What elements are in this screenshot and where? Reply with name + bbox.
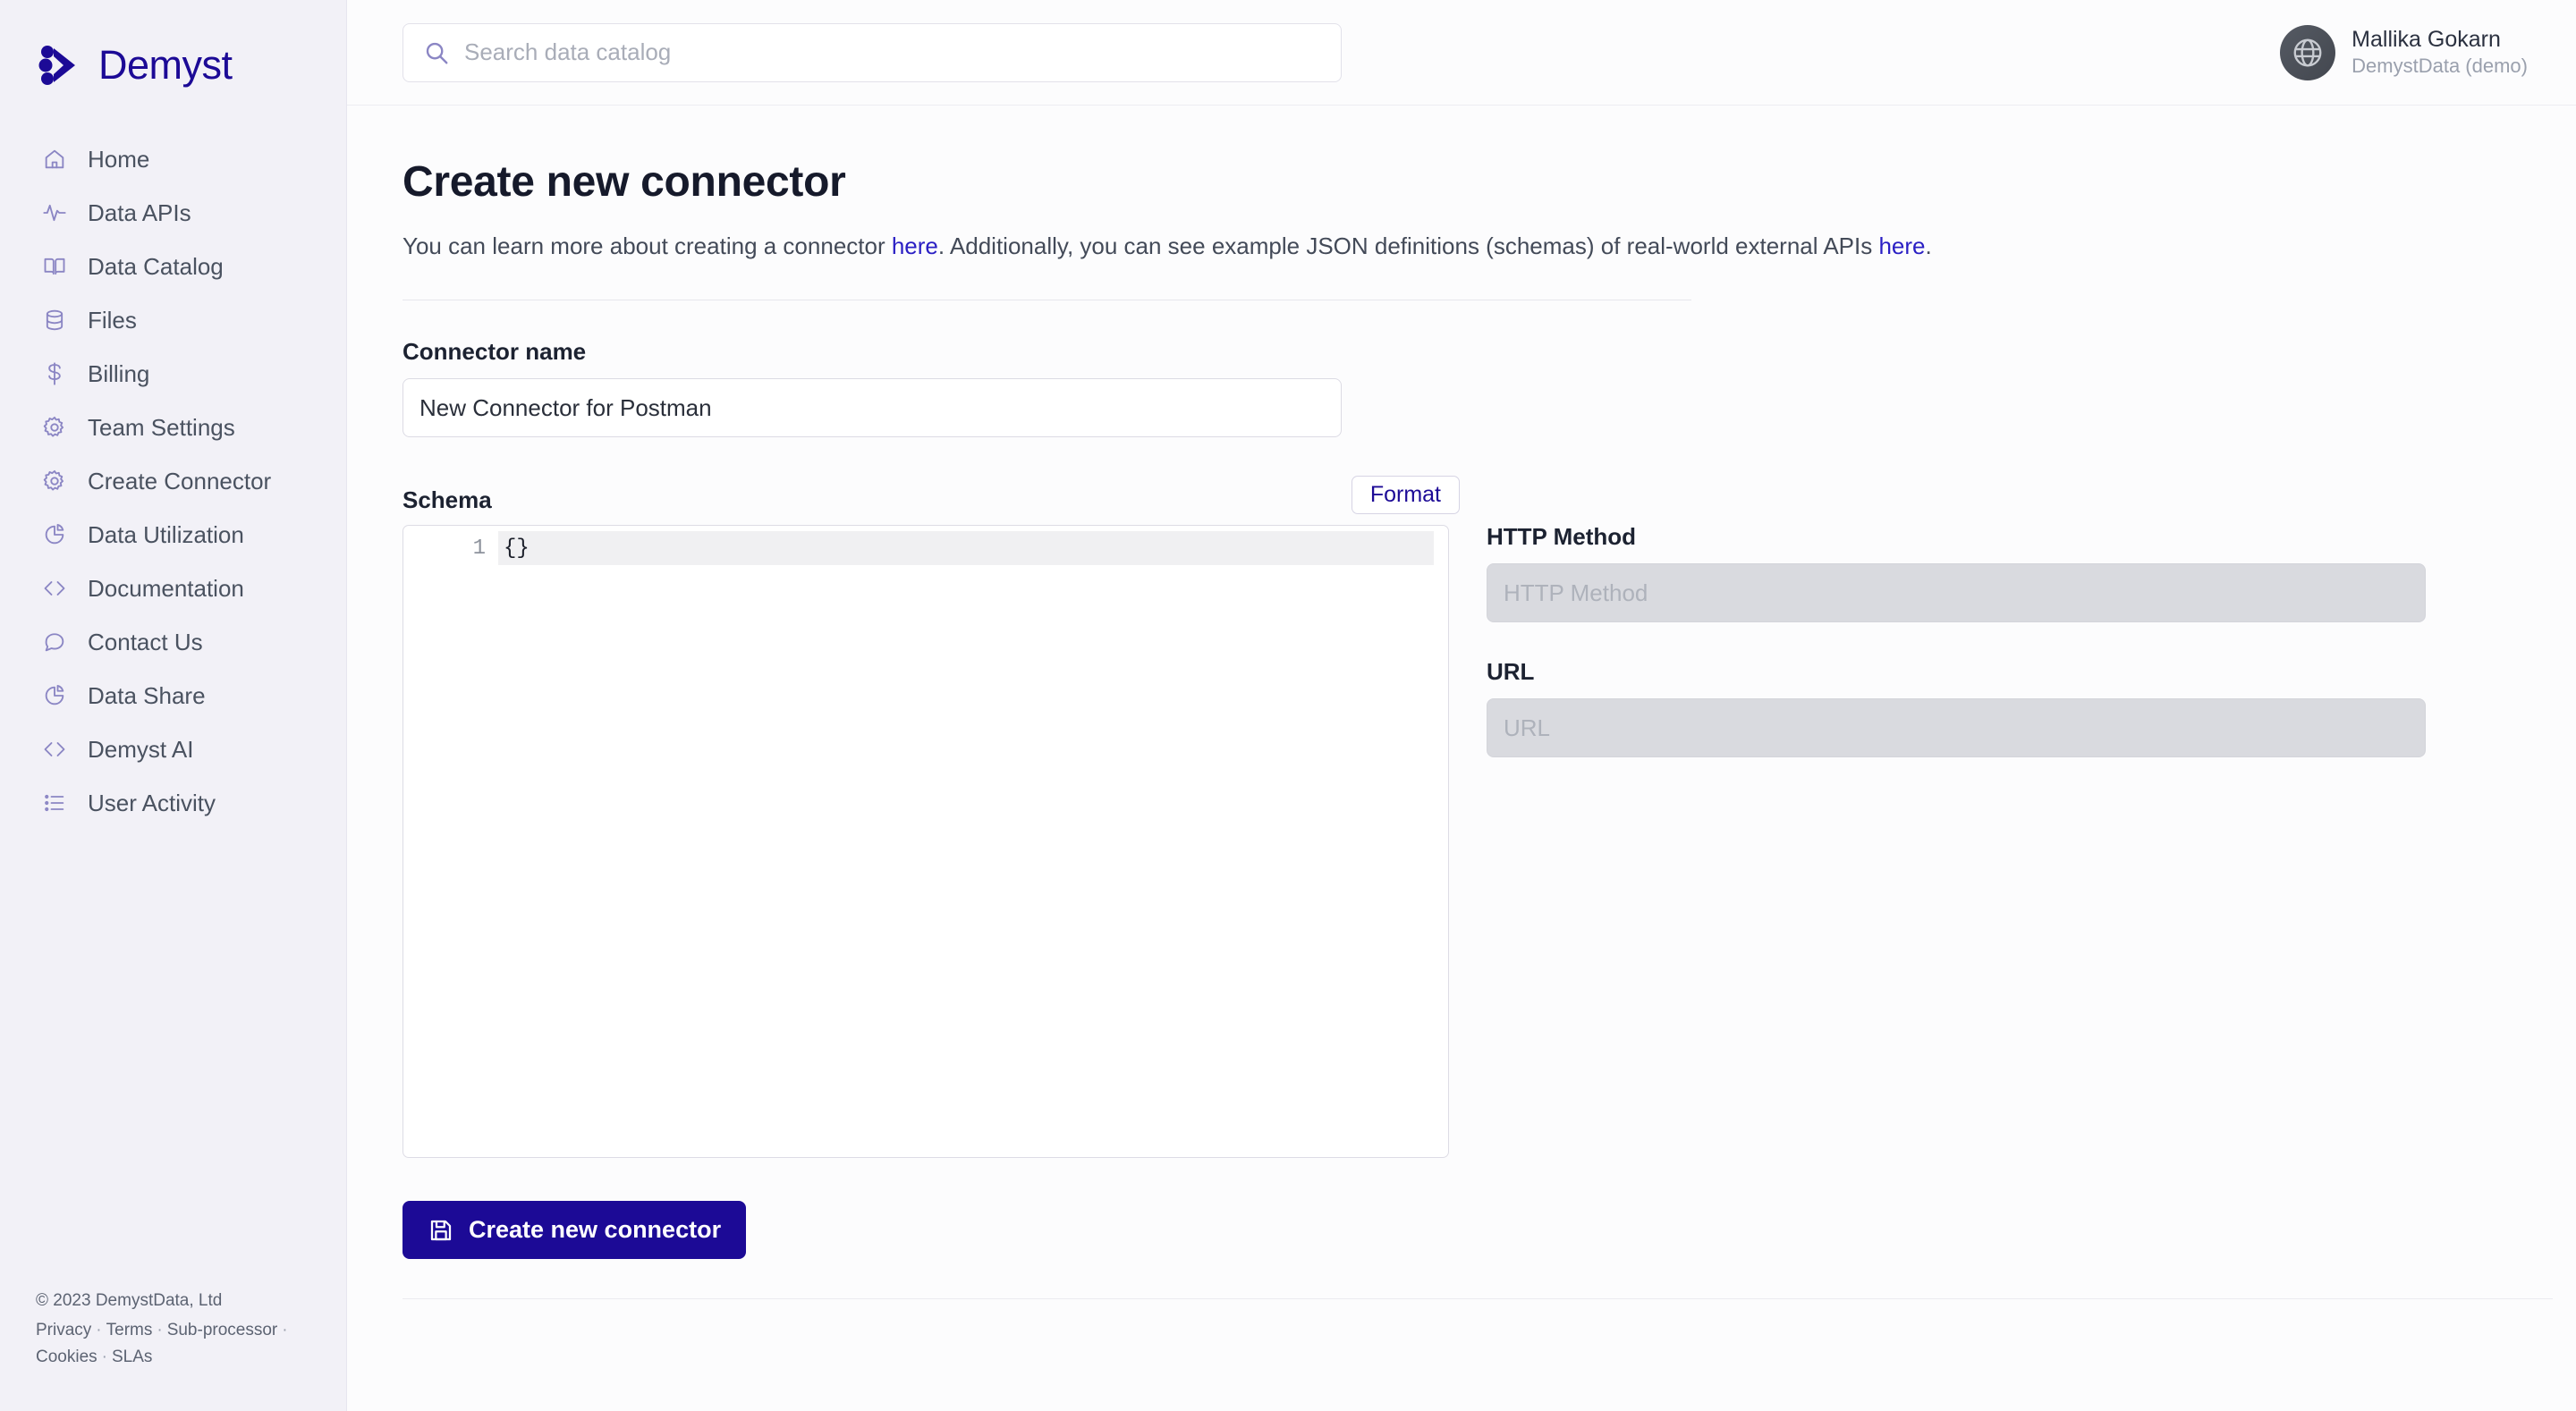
database-icon (41, 307, 68, 334)
search-bar[interactable] (402, 22, 1342, 82)
line-number: 1 (472, 536, 486, 561)
schema-code-editor[interactable]: 1 {} (402, 525, 1449, 1159)
schema-header: Schema Format (402, 475, 1460, 515)
sidebar-nav: Home Data APIs Data Catalog Files Billin… (0, 132, 346, 830)
save-floppy-icon (428, 1217, 454, 1244)
footer-link-sub-processor[interactable]: Sub-processor (167, 1321, 278, 1339)
request-details-column: HTTP Method URL (1487, 477, 2426, 1158)
sidebar-item-label: Billing (88, 359, 150, 387)
description-part-1: You can learn more about creating a conn… (402, 232, 892, 259)
code-brackets-icon (41, 736, 68, 763)
top-bar: Mallika Gokarn DemystData (demo) (347, 0, 2576, 106)
sidebar-item-label: Demyst AI (88, 735, 194, 763)
user-org: DemystData (demo) (2351, 55, 2528, 78)
sidebar-item-label: Create Connector (88, 467, 272, 494)
footer-link-cookies[interactable]: Cookies (36, 1348, 97, 1366)
sidebar-item-label: Data Share (88, 681, 206, 709)
sidebar: Demyst Home Data APIs Data Catalog Files… (0, 0, 347, 1411)
footer-separator: · (282, 1321, 288, 1340)
sidebar-item-data-share[interactable]: Data Share (0, 669, 346, 722)
sidebar-item-label: Home (88, 145, 150, 173)
sidebar-item-contact-us[interactable]: Contact Us (0, 615, 346, 669)
example-schemas-link[interactable]: here (1878, 232, 1925, 259)
copyright-text: © 2023 DemystData, Ltd (36, 1290, 223, 1310)
search-icon (423, 39, 450, 66)
dollar-icon (41, 360, 68, 387)
sidebar-footer: © 2023 DemystData, Ltd Privacy · Terms · Sub… (0, 1288, 292, 1411)
book-open-icon (41, 253, 68, 280)
editor-line[interactable]: 1 {} (403, 531, 1448, 566)
learn-more-link[interactable]: here (892, 232, 938, 259)
footer-link-terms[interactable]: Terms (106, 1321, 153, 1339)
create-new-connector-label: Create new connector (469, 1216, 722, 1244)
url-label: URL (1487, 658, 1535, 686)
pie-chart-icon (41, 682, 68, 709)
line-content[interactable]: {} (498, 531, 1434, 566)
description-part-2: . Additionally, you can see example JSON… (937, 232, 1879, 259)
http-method-field: HTTP Method (1487, 523, 2426, 623)
sidebar-item-label: Data APIs (88, 199, 191, 226)
url-field: URL (1487, 658, 2426, 758)
format-button[interactable]: Format (1351, 475, 1460, 515)
url-input[interactable] (1487, 698, 2426, 758)
sidebar-item-label: Data Utilization (88, 520, 244, 548)
sidebar-item-label: Team Settings (88, 413, 235, 441)
sidebar-item-files[interactable]: Files (0, 293, 346, 347)
activity-pulse-icon (41, 199, 68, 226)
http-method-label: HTTP Method (1487, 523, 1637, 551)
footer-separator: · (157, 1321, 163, 1340)
code-brackets-icon (41, 575, 68, 602)
sidebar-item-create-connector[interactable]: Create Connector (0, 454, 346, 508)
list-icon (41, 790, 68, 816)
sidebar-item-data-catalog[interactable]: Data Catalog (0, 240, 346, 293)
sidebar-item-team-settings[interactable]: Team Settings (0, 401, 346, 454)
sidebar-item-demyst-ai[interactable]: Demyst AI (0, 722, 346, 776)
main-content: Mallika Gokarn DemystData (demo) Create … (347, 0, 2576, 1411)
submit-row: Create new connector (402, 1201, 2576, 1260)
page-body: Create new connector You can learn more … (347, 106, 2576, 1300)
demyst-logo-icon (36, 40, 86, 90)
connector-form: Connector name Schema Format 1 {} (402, 338, 2576, 1300)
user-profile-menu[interactable]: Mallika Gokarn DemystData (demo) (2280, 24, 2537, 80)
connector-name-input[interactable] (402, 378, 1342, 438)
chat-bubble-icon (41, 629, 68, 655)
pie-chart-icon (41, 521, 68, 548)
footer-separator: · (101, 1347, 107, 1366)
page-description: You can learn more about creating a conn… (402, 230, 2576, 262)
description-part-3: . (1925, 232, 1932, 259)
schema-editor-column: Schema Format 1 {} (402, 475, 1460, 1159)
gear-icon (41, 414, 68, 441)
page-title: Create new connector (402, 158, 846, 206)
sidebar-item-label: Documentation (88, 574, 244, 602)
sidebar-item-documentation[interactable]: Documentation (0, 562, 346, 615)
brand-name: Demyst (98, 42, 233, 88)
brand-logo[interactable]: Demyst (0, 0, 346, 106)
sidebar-item-billing[interactable]: Billing (0, 347, 346, 401)
gear-icon (41, 468, 68, 494)
schema-and-details: Schema Format 1 {} HTTP Method HTTP Meth… (402, 475, 2576, 1159)
home-icon (41, 146, 68, 173)
sidebar-item-data-apis[interactable]: Data APIs (0, 186, 346, 240)
user-meta: Mallika Gokarn DemystData (demo) (2351, 26, 2528, 79)
footer-link-privacy[interactable]: Privacy (36, 1321, 91, 1339)
sidebar-item-label: Contact Us (88, 628, 203, 655)
http-method-input[interactable] (1487, 563, 2426, 623)
sidebar-item-label: User Activity (88, 789, 216, 816)
sidebar-item-home[interactable]: Home (0, 132, 346, 186)
footer-links: Privacy · Terms · Sub-processor · Cookies · SLAs (36, 1317, 292, 1370)
schema-label: Schema (402, 486, 492, 514)
search-input[interactable] (464, 38, 1321, 66)
sidebar-item-data-utilization[interactable]: Data Utilization (0, 508, 346, 562)
footer-separator: · (96, 1321, 102, 1340)
user-name: Mallika Gokarn (2351, 27, 2501, 53)
bottom-divider (402, 1298, 2553, 1300)
sidebar-item-user-activity[interactable]: User Activity (0, 776, 346, 830)
create-new-connector-button[interactable]: Create new connector (402, 1201, 747, 1260)
sidebar-item-label: Data Catalog (88, 252, 224, 280)
connector-name-label: Connector name (402, 338, 587, 366)
app-root: Demyst Home Data APIs Data Catalog Files… (0, 0, 2576, 1411)
footer-link-slas[interactable]: SLAs (112, 1348, 152, 1366)
avatar (2280, 24, 2336, 80)
sidebar-item-label: Files (88, 306, 137, 334)
